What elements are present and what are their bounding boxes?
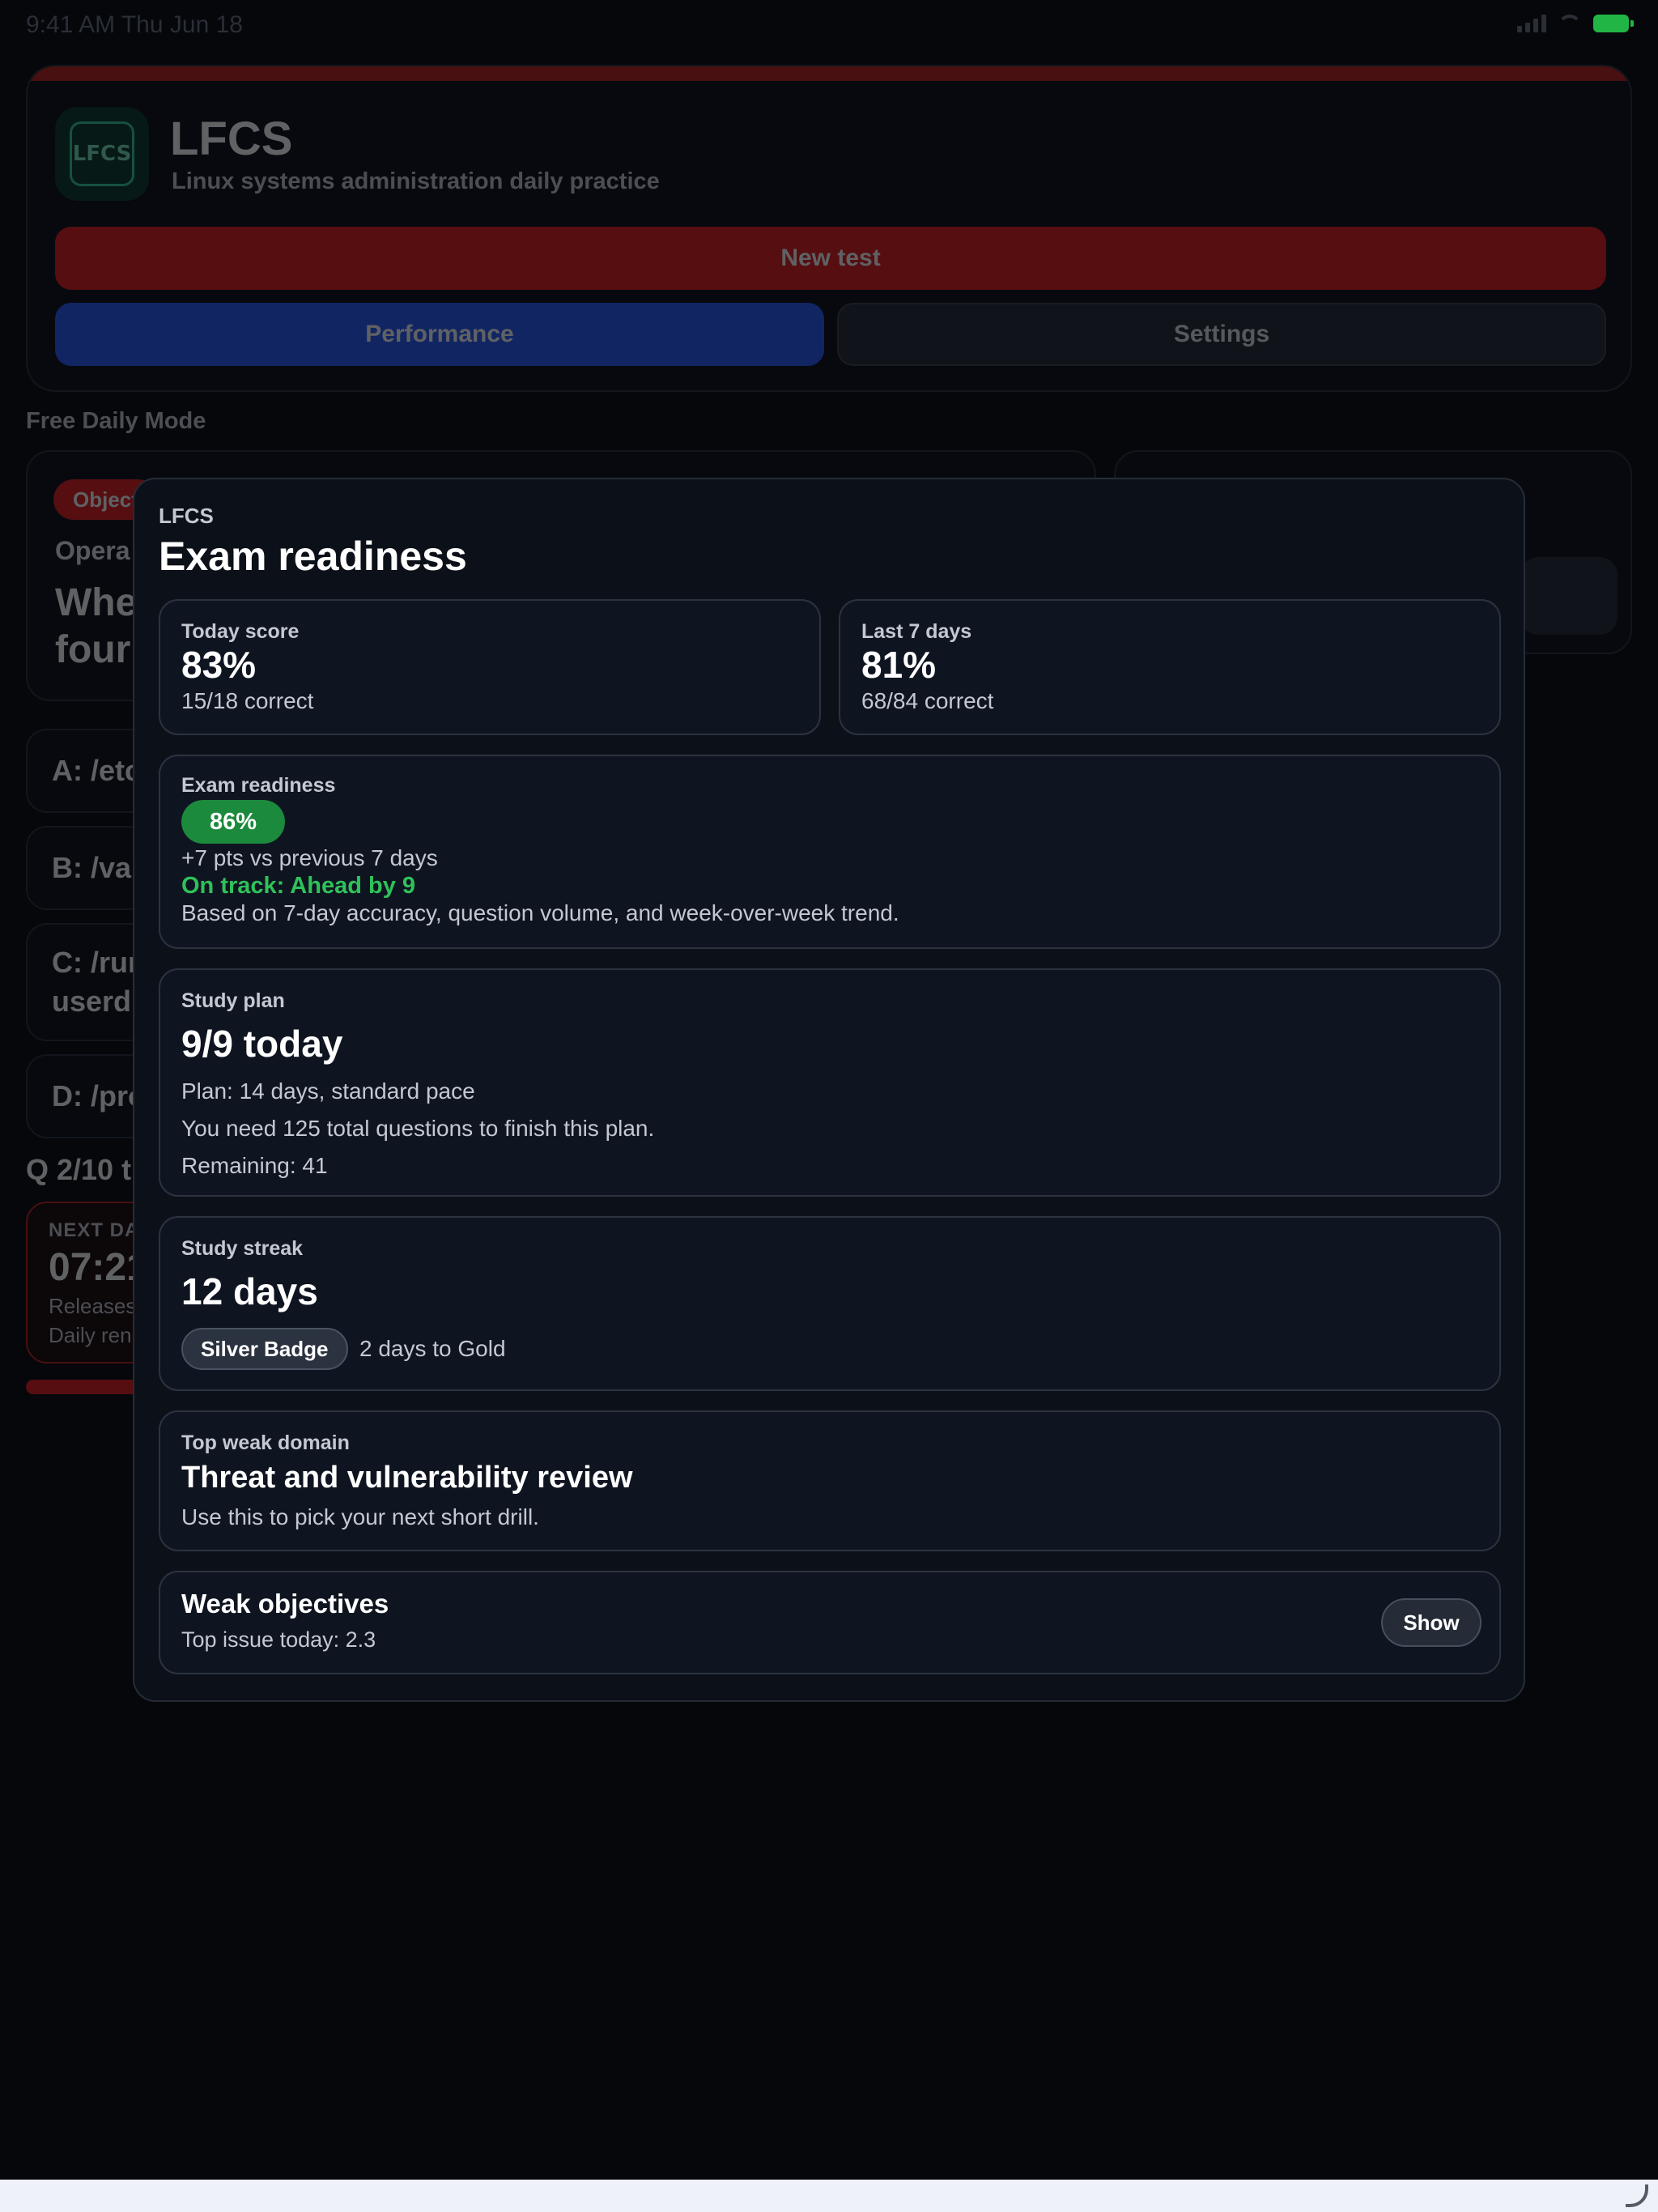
answer-label: B: /var	[52, 851, 143, 884]
next-daily-label: NEXT DAI	[49, 1219, 147, 1241]
header-card: LFCS LFCS Linux systems administration d…	[26, 65, 1632, 392]
readiness-label: Exam readiness	[181, 774, 336, 797]
study-streak-value: 12 days	[181, 1270, 318, 1312]
weak-objectives-title: Weak objectives	[181, 1589, 389, 1619]
study-plan-value: 9/9 today	[181, 1023, 343, 1065]
answer-label: C: /run	[52, 946, 146, 979]
last-7-days-value: 81%	[861, 644, 937, 686]
study-plan-line: Plan: 14 days, standard pace	[181, 1078, 475, 1104]
readiness-status: On track: Ahead by 9	[181, 873, 416, 899]
today-score-value: 83%	[181, 644, 257, 686]
last-7-days-card: Last 7 days 81% 68/84 correct	[839, 599, 1501, 735]
today-score-card: Today score 83% 15/18 correct	[159, 599, 821, 735]
question-subtitle: Opera	[55, 536, 130, 565]
readiness-basis: Based on 7-day accuracy, question volume…	[181, 900, 899, 925]
side-card-button[interactable]	[1520, 557, 1618, 635]
study-streak-card: Study streak 12 days Silver Badge 2 days…	[159, 1216, 1501, 1391]
mode-label: Free Daily Mode	[26, 408, 206, 434]
readiness-change: +7 pts vs previous 7 days	[181, 845, 438, 870]
app-subtitle: Linux systems administration daily pract…	[172, 168, 660, 194]
modal-title: Exam readiness	[159, 534, 467, 579]
exam-readiness-modal: LFCS Exam readiness Today score 83% 15/1…	[133, 478, 1525, 1702]
performance-button[interactable]: Performance	[55, 303, 824, 366]
top-weak-domain-card: Top weak domain Threat and vulnerability…	[159, 1410, 1501, 1551]
badge-progress-text: 2 days to Gold	[359, 1336, 506, 1361]
weak-domain-label: Top weak domain	[181, 1431, 350, 1454]
next-daily-line: Daily ren	[49, 1323, 132, 1347]
app-icon: LFCS	[55, 107, 149, 201]
today-score-detail: 15/18 correct	[181, 688, 314, 713]
study-streak-label: Study streak	[181, 1237, 304, 1260]
bottom-bar	[0, 2180, 1658, 2212]
exam-readiness-card: Exam readiness 86% +7 pts vs previous 7 …	[159, 755, 1501, 949]
app-title: LFCS	[170, 113, 293, 165]
last-7-days-label: Last 7 days	[861, 620, 972, 643]
app-icon-badge: LFCS	[70, 121, 134, 186]
resize-handle-icon[interactable]	[1626, 2184, 1648, 2207]
new-test-button[interactable]: New test	[55, 227, 1606, 290]
answer-label: A: /etc	[52, 754, 142, 787]
study-plan-line: You need 125 total questions to finish t…	[181, 1116, 655, 1141]
weak-objectives-subtitle: Top issue today: 2.3	[181, 1627, 376, 1652]
question-progress: Q 2/10 t	[26, 1153, 132, 1186]
answer-label-line2: userd	[52, 985, 132, 1018]
weak-objectives-card: Weak objectives Top issue today: 2.3 Sho…	[159, 1571, 1501, 1674]
study-plan-remaining: Remaining: 41	[181, 1153, 328, 1178]
next-daily-line: Releases	[49, 1294, 137, 1318]
weak-domain-hint: Use this to pick your next short drill.	[181, 1504, 539, 1529]
modal-eyebrow: LFCS	[159, 504, 214, 528]
header-accent-strip	[28, 66, 1630, 81]
study-plan-label: Study plan	[181, 989, 285, 1012]
weak-domain-value: Threat and vulnerability review	[181, 1461, 633, 1495]
show-weak-objectives-button[interactable]: Show	[1381, 1598, 1482, 1647]
answer-label: D: /pro	[52, 1079, 146, 1112]
last-7-days-detail: 68/84 correct	[861, 688, 994, 713]
today-score-label: Today score	[181, 620, 300, 643]
silver-badge: Silver Badge	[181, 1328, 348, 1370]
study-plan-card: Study plan 9/9 today Plan: 14 days, stan…	[159, 968, 1501, 1197]
settings-button[interactable]: Settings	[837, 303, 1606, 366]
readiness-score-pill: 86%	[181, 800, 285, 844]
